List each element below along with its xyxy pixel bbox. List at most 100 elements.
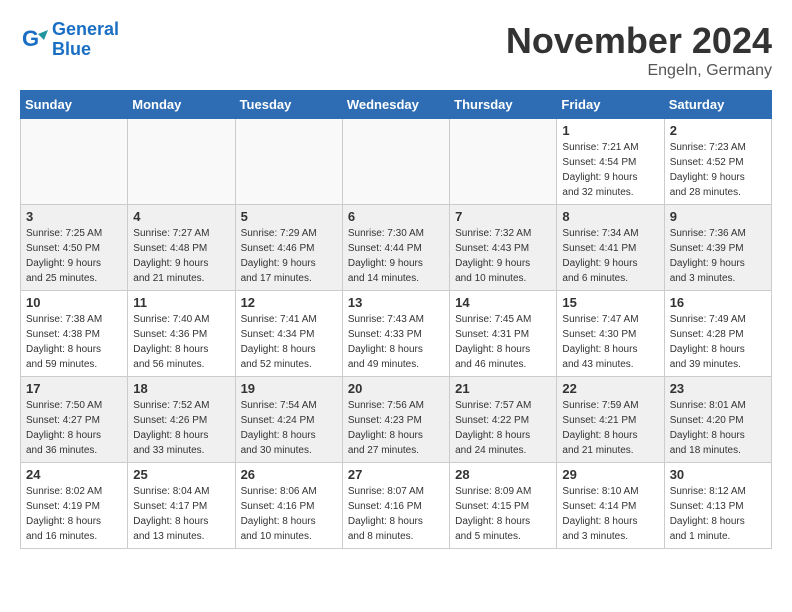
day-number: 2 bbox=[670, 123, 766, 138]
calendar-cell: 19 Sunrise: 7:54 AM Sunset: 4:24 PM Dayli… bbox=[235, 377, 342, 463]
day-number: 28 bbox=[455, 467, 551, 482]
day-number: 25 bbox=[133, 467, 229, 482]
day-number: 30 bbox=[670, 467, 766, 482]
day-info: Sunrise: 8:06 AM Sunset: 4:16 PM Dayligh… bbox=[241, 484, 337, 544]
day-info: Sunrise: 7:54 AM Sunset: 4:24 PM Dayligh… bbox=[241, 398, 337, 458]
day-number: 5 bbox=[241, 209, 337, 224]
day-info: Sunrise: 7:47 AM Sunset: 4:30 PM Dayligh… bbox=[562, 312, 658, 372]
calendar-cell: 16 Sunrise: 7:49 AM Sunset: 4:28 PM Dayli… bbox=[664, 291, 771, 377]
calendar-cell: 21Sunrise: 7:57 AM Sunset: 4:22 PM Dayli… bbox=[450, 377, 557, 463]
day-info: Sunrise: 7:21 AM Sunset: 4:54 PM Dayligh… bbox=[562, 140, 658, 200]
day-info: Sunrise: 7:56 AM Sunset: 4:23 PM Dayligh… bbox=[348, 398, 444, 458]
day-info: Sunrise: 7:25 AM Sunset: 4:50 PM Dayligh… bbox=[26, 226, 122, 286]
calendar-week-5: 24 Sunrise: 8:02 AM Sunset: 4:19 PM Dayli… bbox=[21, 463, 772, 549]
day-info: Sunrise: 7:23 AM Sunset: 4:52 PM Dayligh… bbox=[670, 140, 766, 200]
day-info: Sunrise: 7:57 AM Sunset: 4:22 PM Dayligh… bbox=[455, 398, 551, 458]
calendar-cell: 18Sunrise: 7:52 AM Sunset: 4:26 PM Dayli… bbox=[128, 377, 235, 463]
day-number: 24 bbox=[26, 467, 122, 482]
calendar-cell: 20Sunrise: 7:56 AM Sunset: 4:23 PM Dayli… bbox=[342, 377, 449, 463]
day-number: 22 bbox=[562, 381, 658, 396]
day-info: Sunrise: 7:40 AM Sunset: 4:36 PM Dayligh… bbox=[133, 312, 229, 372]
day-info: Sunrise: 8:12 AM Sunset: 4:13 PM Dayligh… bbox=[670, 484, 766, 544]
calendar-table: SundayMondayTuesdayWednesdayThursdayFrid… bbox=[20, 90, 772, 549]
calendar-cell: 15 Sunrise: 7:47 AM Sunset: 4:30 PM Dayli… bbox=[557, 291, 664, 377]
calendar-cell: 26 Sunrise: 8:06 AM Sunset: 4:16 PM Dayli… bbox=[235, 463, 342, 549]
day-number: 1 bbox=[562, 123, 658, 138]
calendar-body: 1 Sunrise: 7:21 AM Sunset: 4:54 PM Daylig… bbox=[21, 119, 772, 549]
calendar-cell: 10Sunrise: 7:38 AM Sunset: 4:38 PM Dayli… bbox=[21, 291, 128, 377]
calendar-cell: 8Sunrise: 7:34 AM Sunset: 4:41 PM Daylig… bbox=[557, 205, 664, 291]
day-number: 13 bbox=[348, 295, 444, 310]
weekday-header-tuesday: Tuesday bbox=[235, 91, 342, 119]
day-number: 16 bbox=[670, 295, 766, 310]
logo-icon: G bbox=[20, 26, 48, 54]
calendar-cell bbox=[128, 119, 235, 205]
day-info: Sunrise: 7:30 AM Sunset: 4:44 PM Dayligh… bbox=[348, 226, 444, 286]
logo-text: General Blue bbox=[52, 20, 119, 60]
day-info: Sunrise: 8:04 AM Sunset: 4:17 PM Dayligh… bbox=[133, 484, 229, 544]
day-info: Sunrise: 8:07 AM Sunset: 4:16 PM Dayligh… bbox=[348, 484, 444, 544]
logo-line2: Blue bbox=[52, 39, 91, 59]
calendar-cell: 14Sunrise: 7:45 AM Sunset: 4:31 PM Dayli… bbox=[450, 291, 557, 377]
day-number: 3 bbox=[26, 209, 122, 224]
day-number: 18 bbox=[133, 381, 229, 396]
day-number: 11 bbox=[133, 295, 229, 310]
day-number: 17 bbox=[26, 381, 122, 396]
calendar-cell bbox=[21, 119, 128, 205]
day-info: Sunrise: 7:59 AM Sunset: 4:21 PM Dayligh… bbox=[562, 398, 658, 458]
day-info: Sunrise: 8:01 AM Sunset: 4:20 PM Dayligh… bbox=[670, 398, 766, 458]
day-info: Sunrise: 8:09 AM Sunset: 4:15 PM Dayligh… bbox=[455, 484, 551, 544]
calendar-cell: 9Sunrise: 7:36 AM Sunset: 4:39 PM Daylig… bbox=[664, 205, 771, 291]
calendar-cell: 30 Sunrise: 8:12 AM Sunset: 4:13 PM Dayli… bbox=[664, 463, 771, 549]
day-number: 26 bbox=[241, 467, 337, 482]
calendar-cell: 25 Sunrise: 8:04 AM Sunset: 4:17 PM Dayli… bbox=[128, 463, 235, 549]
day-info: Sunrise: 7:38 AM Sunset: 4:38 PM Dayligh… bbox=[26, 312, 122, 372]
title-block: November 2024 Engeln, Germany bbox=[506, 20, 772, 80]
weekday-header-monday: Monday bbox=[128, 91, 235, 119]
day-number: 27 bbox=[348, 467, 444, 482]
day-info: Sunrise: 7:50 AM Sunset: 4:27 PM Dayligh… bbox=[26, 398, 122, 458]
calendar-cell bbox=[342, 119, 449, 205]
weekday-header-sunday: Sunday bbox=[21, 91, 128, 119]
day-number: 15 bbox=[562, 295, 658, 310]
calendar-week-1: 1 Sunrise: 7:21 AM Sunset: 4:54 PM Daylig… bbox=[21, 119, 772, 205]
day-info: Sunrise: 7:27 AM Sunset: 4:48 PM Dayligh… bbox=[133, 226, 229, 286]
logo-line1: General bbox=[52, 19, 119, 39]
day-number: 8 bbox=[562, 209, 658, 224]
calendar-cell: 17 Sunrise: 7:50 AM Sunset: 4:27 PM Dayli… bbox=[21, 377, 128, 463]
day-number: 29 bbox=[562, 467, 658, 482]
day-number: 19 bbox=[241, 381, 337, 396]
day-number: 9 bbox=[670, 209, 766, 224]
calendar-cell bbox=[235, 119, 342, 205]
month-title: November 2024 bbox=[506, 20, 772, 62]
day-info: Sunrise: 7:49 AM Sunset: 4:28 PM Dayligh… bbox=[670, 312, 766, 372]
calendar-cell: 29Sunrise: 8:10 AM Sunset: 4:14 PM Dayli… bbox=[557, 463, 664, 549]
calendar-cell: 12 Sunrise: 7:41 AM Sunset: 4:34 PM Dayli… bbox=[235, 291, 342, 377]
calendar-cell: 11 Sunrise: 7:40 AM Sunset: 4:36 PM Dayli… bbox=[128, 291, 235, 377]
calendar-week-2: 3 Sunrise: 7:25 AM Sunset: 4:50 PM Daylig… bbox=[21, 205, 772, 291]
day-number: 6 bbox=[348, 209, 444, 224]
weekday-header-wednesday: Wednesday bbox=[342, 91, 449, 119]
calendar-cell bbox=[450, 119, 557, 205]
calendar-cell: 7Sunrise: 7:32 AM Sunset: 4:43 PM Daylig… bbox=[450, 205, 557, 291]
day-number: 4 bbox=[133, 209, 229, 224]
day-info: Sunrise: 7:32 AM Sunset: 4:43 PM Dayligh… bbox=[455, 226, 551, 286]
calendar-week-3: 10Sunrise: 7:38 AM Sunset: 4:38 PM Dayli… bbox=[21, 291, 772, 377]
weekday-header-saturday: Saturday bbox=[664, 91, 771, 119]
calendar-cell: 27 Sunrise: 8:07 AM Sunset: 4:16 PM Dayli… bbox=[342, 463, 449, 549]
calendar-cell: 24 Sunrise: 8:02 AM Sunset: 4:19 PM Dayli… bbox=[21, 463, 128, 549]
day-number: 23 bbox=[670, 381, 766, 396]
calendar-cell: 1 Sunrise: 7:21 AM Sunset: 4:54 PM Daylig… bbox=[557, 119, 664, 205]
day-info: Sunrise: 7:29 AM Sunset: 4:46 PM Dayligh… bbox=[241, 226, 337, 286]
svg-text:G: G bbox=[22, 26, 39, 51]
day-info: Sunrise: 8:02 AM Sunset: 4:19 PM Dayligh… bbox=[26, 484, 122, 544]
calendar-cell: 23 Sunrise: 8:01 AM Sunset: 4:20 PM Dayli… bbox=[664, 377, 771, 463]
day-number: 12 bbox=[241, 295, 337, 310]
logo: G General Blue bbox=[20, 20, 119, 60]
calendar-cell: 13Sunrise: 7:43 AM Sunset: 4:33 PM Dayli… bbox=[342, 291, 449, 377]
weekday-header-friday: Friday bbox=[557, 91, 664, 119]
day-info: Sunrise: 7:45 AM Sunset: 4:31 PM Dayligh… bbox=[455, 312, 551, 372]
calendar-cell: 5 Sunrise: 7:29 AM Sunset: 4:46 PM Daylig… bbox=[235, 205, 342, 291]
calendar-cell: 2 Sunrise: 7:23 AM Sunset: 4:52 PM Daylig… bbox=[664, 119, 771, 205]
day-info: Sunrise: 7:41 AM Sunset: 4:34 PM Dayligh… bbox=[241, 312, 337, 372]
